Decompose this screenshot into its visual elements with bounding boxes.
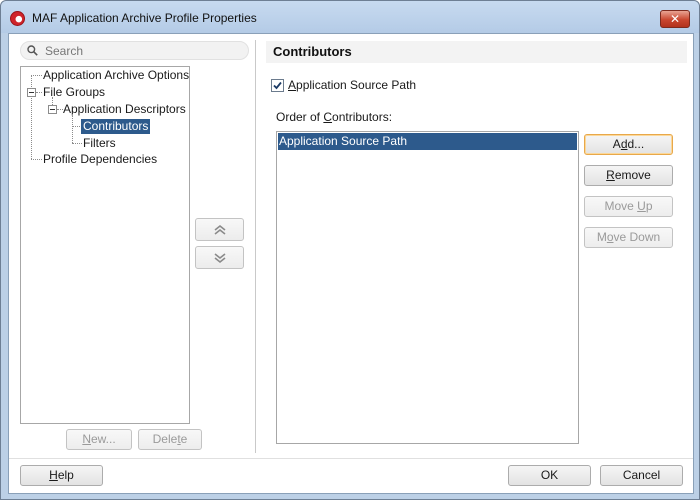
- title-bar[interactable]: MAF Application Archive Profile Properti…: [1, 1, 699, 33]
- add-button[interactable]: Add...: [584, 134, 673, 155]
- remove-button[interactable]: Remove: [584, 165, 673, 186]
- add-button-label: A: [612, 137, 621, 151]
- cancel-button[interactable]: Cancel: [600, 465, 683, 486]
- order-label-text: Order of: [276, 110, 324, 124]
- cancel-button-label: Cancel: [622, 468, 661, 482]
- delete-button-label-end: e: [180, 432, 188, 446]
- navigation-tree[interactable]: Application Archive Options File Groups …: [20, 66, 190, 424]
- move-down-label-end: ve Down: [613, 230, 661, 244]
- section-header: Contributors: [266, 41, 687, 63]
- move-down-label: M: [596, 230, 607, 244]
- help-button[interactable]: Help: [20, 465, 103, 486]
- delete-button-label: Dele: [152, 432, 178, 446]
- tree-connector: [72, 143, 82, 144]
- delete-button[interactable]: Delete: [138, 429, 202, 450]
- tree-item-profile-dependencies[interactable]: Profile Dependencies: [43, 152, 157, 167]
- list-item[interactable]: Application Source Path: [278, 133, 577, 150]
- new-button[interactable]: New...: [66, 429, 132, 450]
- checkbox-label-text: pplication Source Path: [296, 78, 417, 92]
- move-up-button[interactable]: Move Up: [584, 196, 673, 217]
- move-up-mnemonic: U: [637, 199, 646, 213]
- tree-connector: [31, 159, 42, 160]
- help-button-mnemonic: H: [49, 468, 58, 482]
- contributors-list[interactable]: Application Source Path: [276, 131, 579, 444]
- checkbox-mnemonic: A: [288, 78, 297, 92]
- page-title: Contributors: [273, 44, 352, 59]
- tree-connector: [72, 114, 73, 143]
- collapse-icon[interactable]: [27, 88, 36, 97]
- search-icon: [27, 45, 38, 56]
- checkmark-icon: [273, 81, 282, 90]
- add-button-label-end: d...: [627, 137, 645, 151]
- remove-button-mnemonic: R: [606, 168, 615, 182]
- move-down-arrow-button[interactable]: [195, 246, 244, 269]
- tree-connector: [36, 92, 42, 93]
- order-label-mnemonic: C: [323, 110, 333, 124]
- move-up-label: Move: [604, 199, 638, 213]
- double-chevron-down-icon: [214, 253, 226, 264]
- order-label-text-end: ontributors:: [332, 110, 393, 124]
- add-button-mnemonic: d: [620, 137, 628, 151]
- dialog-window: MAF Application Archive Profile Properti…: [0, 0, 700, 500]
- new-button-label: ew...: [90, 432, 116, 446]
- move-up-label-end: p: [645, 199, 653, 213]
- tree-connector: [31, 75, 42, 76]
- footer-divider: [9, 458, 693, 459]
- order-of-contributors-label: Order of Contributors:: [276, 110, 392, 124]
- panel-divider: [255, 40, 256, 453]
- tree-item-contributors[interactable]: Contributors: [81, 119, 151, 134]
- ok-button[interactable]: OK: [508, 465, 591, 486]
- close-icon: ✕: [669, 12, 681, 26]
- application-source-path-label[interactable]: Application Source Path: [288, 78, 416, 92]
- tree-item-application-archive-options[interactable]: Application Archive Options: [43, 68, 189, 83]
- ok-button-label: OK: [540, 468, 559, 482]
- remove-button-label: emove: [614, 168, 651, 182]
- app-logo-icon: [10, 11, 25, 26]
- collapse-icon[interactable]: [48, 105, 57, 114]
- move-down-button[interactable]: Move Down: [584, 227, 673, 248]
- close-button[interactable]: ✕: [660, 10, 690, 28]
- help-button-label: elp: [57, 468, 74, 482]
- search-field[interactable]: Search: [20, 41, 249, 60]
- new-button-mnemonic: N: [82, 432, 91, 446]
- dialog-body: Search Application Archive Options File …: [8, 33, 694, 494]
- move-up-arrow-button[interactable]: [195, 218, 244, 241]
- application-source-path-checkbox[interactable]: [271, 79, 284, 92]
- search-input[interactable]: Search: [45, 44, 83, 58]
- tree-item-application-descriptors[interactable]: Application Descriptors: [63, 102, 186, 117]
- tree-item-filters[interactable]: Filters: [83, 136, 116, 151]
- move-down-mnemonic: o: [606, 230, 614, 244]
- window-title: MAF Application Archive Profile Properti…: [32, 11, 257, 25]
- double-chevron-up-icon: [214, 224, 226, 235]
